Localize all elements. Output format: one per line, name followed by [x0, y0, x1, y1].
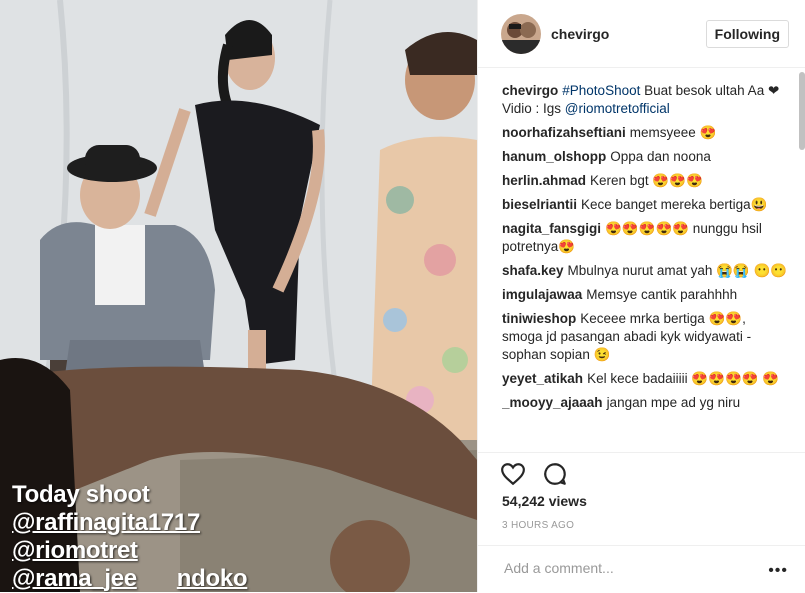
- comment-text: jangan mpe ad yg niru: [606, 395, 741, 410]
- overlay-line-2: @raffinagita1717: [12, 509, 201, 536]
- post-header: chevirgo Following: [478, 0, 805, 68]
- post-side-panel: chevirgo Following chevirgo #PhotoShoot B…: [477, 0, 805, 592]
- comment-username[interactable]: nagita_fansgigi: [502, 221, 601, 236]
- comment-text: Mbulnya nurut amat yah 😭😭 😶😶: [567, 263, 788, 278]
- speech-bubble-icon[interactable]: [542, 461, 568, 487]
- scrollbar-thumb[interactable]: [799, 72, 805, 150]
- caption: chevirgo #PhotoShoot Buat besok ultah Aa …: [502, 82, 790, 118]
- video-caption-overlay: Today shoot @raffinagita1717 @riomotret …: [12, 481, 248, 592]
- comment-username[interactable]: _mooyy_ajaaah: [502, 395, 603, 410]
- add-comment-bar: •••: [478, 545, 805, 593]
- post-actions: 54,242 views 3 HOURS AGO •••: [478, 452, 805, 592]
- post-media-video[interactable]: Today shoot @raffinagita1717 @riomotret …: [0, 0, 477, 592]
- list-item: hanum_olshopp Oppa dan noona: [502, 148, 790, 166]
- comment-username[interactable]: hanum_olshopp: [502, 149, 606, 164]
- caption-username[interactable]: chevirgo: [502, 83, 558, 98]
- heart-icon[interactable]: [500, 461, 526, 487]
- list-item: shafa.key Mbulnya nurut amat yah 😭😭 😶😶: [502, 262, 790, 280]
- list-item: _mooyy_ajaaah jangan mpe ad yg niru: [502, 394, 790, 412]
- comment-username[interactable]: herlin.ahmad: [502, 173, 586, 188]
- comment-username[interactable]: bieselriantii: [502, 197, 577, 212]
- views-number: 54,242: [502, 493, 545, 509]
- overlay-line-3: @riomotret: [12, 537, 138, 564]
- comment-text: memsyeee 😍: [629, 125, 717, 140]
- overlay-line-4: @rama_jee ndoko: [12, 565, 248, 592]
- more-dots-icon[interactable]: •••: [768, 563, 788, 579]
- add-comment-input[interactable]: [502, 559, 746, 577]
- comment-username[interactable]: shafa.key: [502, 263, 564, 278]
- list-item: tiniwieshop Keceee mrka bertiga 😍😍, smoga…: [502, 310, 790, 364]
- comment-username[interactable]: imgulajawaa: [502, 287, 582, 302]
- comments-scrollbar[interactable]: [799, 72, 805, 450]
- list-item: noorhafizahseftiani memsyeee 😍: [502, 124, 790, 142]
- list-item: imgulajawaa Memsye cantik parahhhh: [502, 286, 790, 304]
- comment-username[interactable]: yeyet_atikah: [502, 371, 583, 386]
- comment-text: Oppa dan noona: [610, 149, 711, 164]
- list-item: herlin.ahmad Keren bgt 😍😍😍: [502, 172, 790, 190]
- avatar[interactable]: [501, 13, 541, 54]
- comment-text: Kece banget mereka bertiga😃: [581, 197, 768, 212]
- avatar-image: [501, 13, 541, 54]
- action-icons: [500, 461, 568, 487]
- overlay-mention-partial: ndoko: [176, 565, 248, 592]
- comment-list: chevirgo #PhotoShoot Buat besok ultah Aa …: [502, 82, 790, 452]
- speech-bubble-icon-shape: [544, 463, 566, 485]
- comment-text: Memsye cantik parahhhh: [586, 287, 738, 302]
- caption-mention[interactable]: @riomotretofficial: [565, 101, 670, 116]
- post-timestamp[interactable]: 3 HOURS AGO: [502, 520, 574, 531]
- list-item: bieselriantii Kece banget mereka bertiga😃: [502, 196, 790, 214]
- views-label: views: [544, 493, 587, 509]
- overlay-mention-rama: @rama_jee: [12, 565, 137, 592]
- view-count[interactable]: 54,242 views: [502, 493, 587, 509]
- heart-icon-shape: [501, 463, 525, 486]
- comment-username[interactable]: noorhafizahseftiani: [502, 125, 626, 140]
- caption-hashtag[interactable]: #PhotoShoot: [562, 83, 640, 98]
- list-item: nagita_fansgigi 😍😍😍😍😍 nunggu hsil potretn…: [502, 220, 790, 256]
- list-item: yeyet_atikah Kel kece badaiiiii 😍😍😍😍 😍: [502, 370, 790, 388]
- overlay-line-1: Today shoot: [12, 481, 150, 508]
- comment-text: Keren bgt 😍😍😍: [590, 173, 703, 188]
- comment-username[interactable]: tiniwieshop: [502, 311, 576, 326]
- following-button[interactable]: Following: [705, 19, 789, 48]
- comment-text: Kel kece badaiiiii 😍😍😍😍 😍: [587, 371, 780, 386]
- post-username[interactable]: chevirgo: [551, 26, 706, 42]
